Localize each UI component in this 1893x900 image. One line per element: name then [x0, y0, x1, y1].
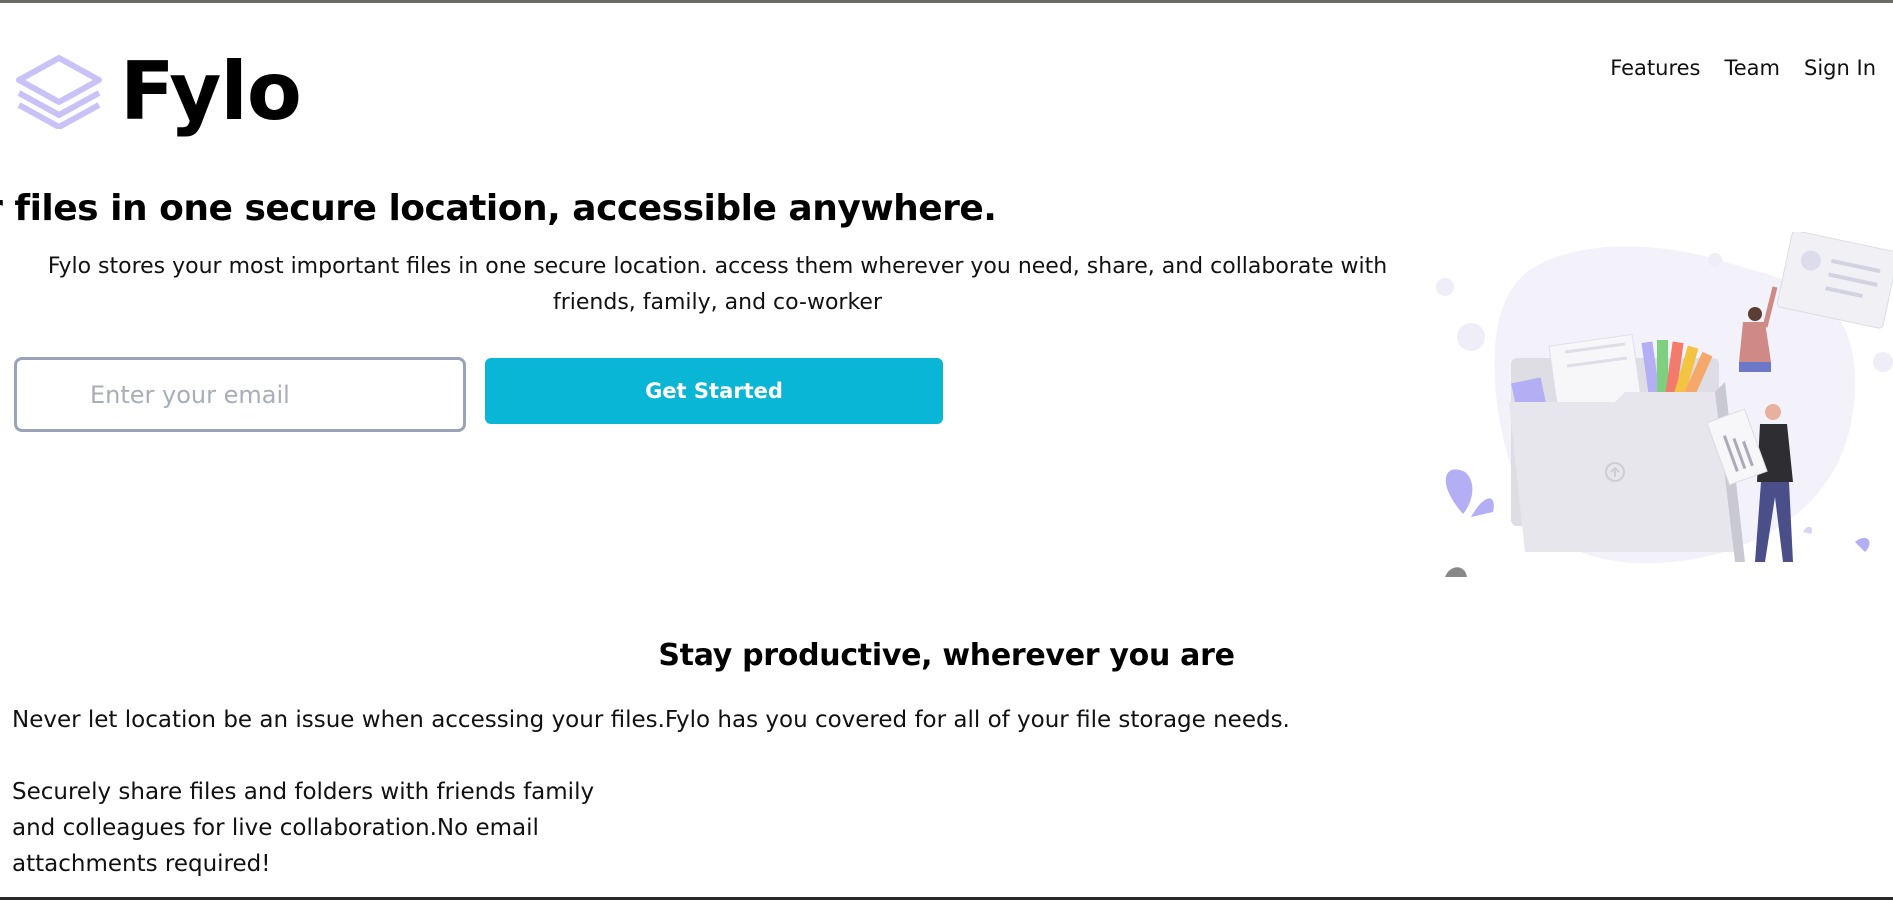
- logo-wordmark: Fylo: [120, 45, 302, 138]
- logo[interactable]: Fylo: [16, 45, 302, 138]
- main-nav: Features Team Sign In: [1610, 56, 1876, 80]
- feature-share-text: Securely share files and folders with fr…: [12, 779, 595, 877]
- hero-title: ur files in one secure location, accessi…: [0, 188, 997, 229]
- top-border: [0, 0, 1893, 3]
- get-started-button[interactable]: Get Started: [485, 358, 943, 424]
- nav-link-features[interactable]: Features: [1610, 56, 1700, 80]
- email-input[interactable]: [14, 357, 466, 432]
- section-title: Stay productive, wherever you are: [658, 638, 1235, 673]
- nav-link-team[interactable]: Team: [1725, 56, 1781, 80]
- layers-icon: [16, 55, 102, 129]
- section-description: Never let location be an issue when acce…: [12, 707, 1290, 733]
- hero-description: Fylo stores your most important files in…: [47, 254, 1388, 315]
- nav-link-sign-in[interactable]: Sign In: [1804, 56, 1876, 80]
- people-with-folder-illustration: [1436, 232, 1893, 577]
